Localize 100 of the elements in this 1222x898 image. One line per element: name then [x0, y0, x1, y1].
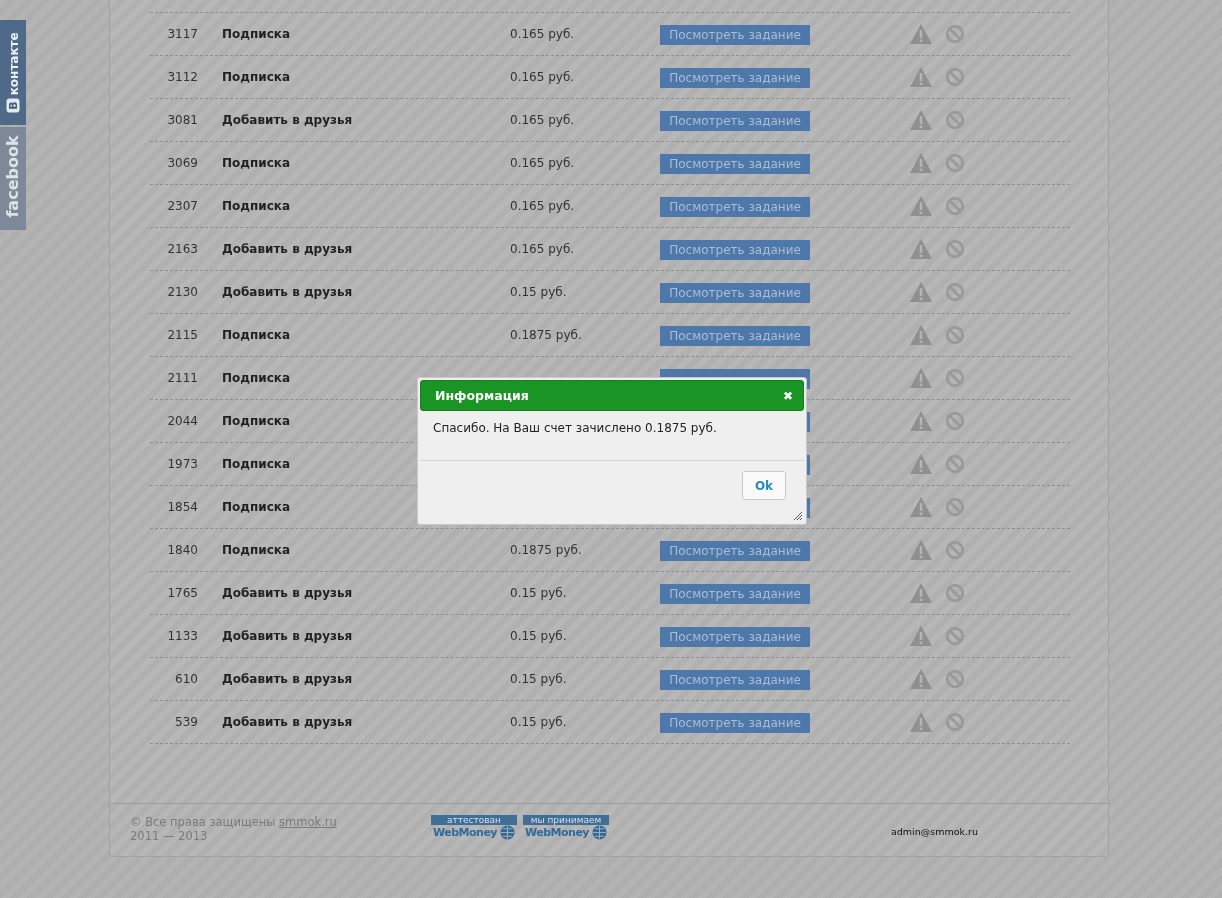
block-icon[interactable] [945, 583, 965, 603]
ok-button[interactable]: Ok [742, 471, 786, 500]
task-id: 3081 [166, 113, 199, 127]
warning-icon[interactable] [909, 539, 933, 561]
view-task-button[interactable]: Посмотреть задание [660, 713, 810, 733]
task-id: 1133 [166, 629, 199, 643]
warning-icon[interactable] [909, 410, 933, 432]
task-id: 2044 [166, 414, 199, 428]
task-reward: 0.165 руб. [510, 242, 576, 256]
warning-icon[interactable] [909, 238, 933, 260]
task-reward: 0.165 руб. [510, 113, 576, 127]
task-reward: 0.165 руб. [510, 156, 576, 170]
warning-icon[interactable] [909, 496, 933, 518]
block-icon[interactable] [945, 153, 965, 173]
task-type: Подписка [222, 543, 291, 557]
dialog-title: Информация [435, 388, 529, 403]
view-task-button[interactable]: Посмотреть задание [660, 283, 810, 303]
task-reward: 0.1875 руб. [510, 543, 583, 557]
task-type: Добавить в друзья [222, 285, 353, 299]
block-icon[interactable] [945, 454, 965, 474]
task-type: Добавить в друзья [222, 715, 353, 729]
view-task-button[interactable]: Посмотреть задание [660, 197, 810, 217]
warning-icon[interactable] [909, 367, 933, 389]
warning-icon[interactable] [909, 23, 933, 45]
warning-icon[interactable] [909, 711, 933, 733]
block-icon[interactable] [945, 540, 965, 560]
vk-tab[interactable]: В контакте [0, 20, 26, 125]
task-type: Подписка [222, 328, 291, 342]
task-reward: 0.15 руб. [510, 629, 568, 643]
task-type: Подписка [222, 70, 291, 84]
block-icon[interactable] [945, 626, 965, 646]
task-id: 2307 [166, 199, 199, 213]
view-task-button[interactable]: Посмотреть задание [660, 154, 810, 174]
warning-icon[interactable] [909, 453, 933, 475]
task-type: Подписка [222, 414, 291, 428]
globe-icon [500, 825, 515, 840]
warning-icon[interactable] [909, 582, 933, 604]
globe-icon [592, 825, 607, 840]
block-icon[interactable] [945, 325, 965, 345]
task-reward: 0.1875 руб. [510, 328, 583, 342]
block-icon[interactable] [945, 411, 965, 431]
badge-caption: мы принимаем [523, 815, 609, 825]
warning-icon[interactable] [909, 668, 933, 690]
task-reward: 0.15 руб. [510, 715, 568, 729]
block-icon[interactable] [945, 669, 965, 689]
view-task-button[interactable]: Посмотреть задание [660, 111, 810, 131]
task-type: Добавить в друзья [222, 672, 353, 686]
view-task-button[interactable]: Посмотреть задание [660, 541, 810, 561]
badge-caption: аттестован [431, 815, 517, 825]
task-type: Добавить в друзья [222, 113, 353, 127]
task-id: 1765 [166, 586, 199, 600]
task-id: 2115 [166, 328, 199, 342]
view-task-button[interactable]: Посмотреть задание [660, 670, 810, 690]
view-task-button[interactable]: Посмотреть задание [660, 326, 810, 346]
facebook-tab[interactable]: facebook [0, 127, 26, 230]
task-reward: 0.15 руб. [510, 285, 568, 299]
task-type: Подписка [222, 27, 291, 41]
view-task-button[interactable]: Посмотреть задание [660, 627, 810, 647]
task-reward: 0.15 руб. [510, 672, 568, 686]
task-reward: 0.15 руб. [510, 586, 568, 600]
warning-icon[interactable] [909, 625, 933, 647]
task-type: Подписка [222, 371, 291, 385]
task-id: 539 [174, 715, 199, 729]
task-id: 1973 [166, 457, 199, 471]
block-icon[interactable] [945, 67, 965, 87]
block-icon[interactable] [945, 196, 965, 216]
warning-icon[interactable] [909, 109, 933, 131]
task-id: 2111 [166, 371, 199, 385]
warning-icon[interactable] [909, 152, 933, 174]
task-reward: 0.165 руб. [510, 27, 576, 41]
block-icon[interactable] [945, 497, 965, 517]
contact-email: admin@smmok.ru [891, 826, 978, 837]
block-icon[interactable] [945, 282, 965, 302]
task-id: 3117 [166, 27, 199, 41]
close-button[interactable]: ✖ [783, 388, 793, 403]
resize-grip-icon[interactable] [792, 510, 803, 521]
warning-icon[interactable] [909, 281, 933, 303]
view-task-button[interactable]: Посмотреть задание [660, 68, 810, 88]
site-link[interactable]: smmok.ru [279, 815, 337, 829]
dialog-message: Спасибо. На Ваш счет зачислено 0.1875 руб. [433, 421, 717, 435]
block-icon[interactable] [945, 239, 965, 259]
block-icon[interactable] [945, 110, 965, 130]
webmoney-logo-text: WebMoney [432, 826, 497, 839]
block-icon[interactable] [945, 712, 965, 732]
task-id: 3112 [166, 70, 199, 84]
task-type: Подписка [222, 457, 291, 471]
task-type: Добавить в друзья [222, 629, 353, 643]
block-icon[interactable] [945, 368, 965, 388]
view-task-button[interactable]: Посмотреть задание [660, 584, 810, 604]
task-type: Добавить в друзья [222, 586, 353, 600]
warning-icon[interactable] [909, 324, 933, 346]
warning-icon[interactable] [909, 195, 933, 217]
view-task-button[interactable]: Посмотреть задание [660, 240, 810, 260]
copyright-years: 2011 — 2013 [130, 829, 208, 843]
view-task-button[interactable]: Посмотреть задание [660, 25, 810, 45]
copyright-text: © Все права защищены [130, 815, 276, 829]
task-id: 2130 [166, 285, 199, 299]
warning-icon[interactable] [909, 66, 933, 88]
task-id: 2163 [166, 242, 199, 256]
block-icon[interactable] [945, 24, 965, 44]
